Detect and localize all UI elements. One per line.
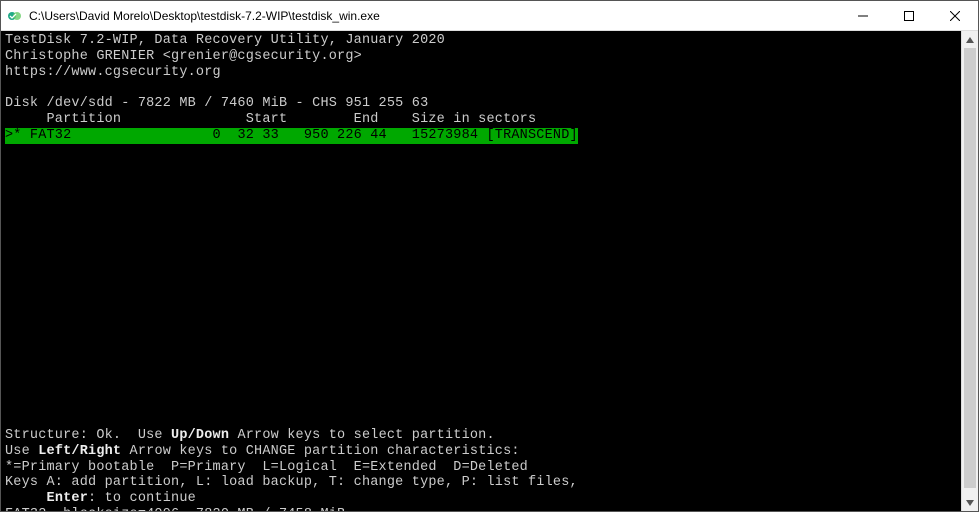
scroll-thumb[interactable] bbox=[964, 48, 976, 488]
header-line: https://www.cgsecurity.org bbox=[5, 65, 221, 80]
window-controls bbox=[840, 1, 978, 30]
help-line: Use Left/Right Arrow keys to CHANGE part… bbox=[5, 444, 520, 459]
close-button[interactable] bbox=[932, 1, 978, 30]
window-title: C:\Users\David Morelo\Desktop\testdisk-7… bbox=[29, 9, 840, 23]
structure-line: Structure: Ok. Use Up/Down Arrow keys to… bbox=[5, 428, 495, 443]
window-titlebar: C:\Users\David Morelo\Desktop\testdisk-7… bbox=[1, 1, 978, 31]
header-line: TestDisk 7.2-WIP, Data Recovery Utility,… bbox=[5, 33, 445, 48]
console-output[interactable]: TestDisk 7.2-WIP, Data Recovery Utility,… bbox=[1, 31, 961, 511]
maximize-button[interactable] bbox=[886, 1, 932, 30]
header-line: Christophe GRENIER <grenier@cgsecurity.o… bbox=[5, 49, 362, 64]
partition-row-selected[interactable]: >* FAT32 0 32 33 950 226 44 15273984 [TR… bbox=[5, 128, 578, 144]
app-icon bbox=[7, 8, 23, 24]
keys-line: Keys A: add partition, L: load backup, T… bbox=[5, 475, 578, 490]
scroll-down-arrow[interactable] bbox=[962, 494, 978, 511]
disk-info: Disk /dev/sdd - 7822 MB / 7460 MiB - CHS… bbox=[5, 96, 428, 111]
partition-table-header: Partition Start End Size in sectors bbox=[5, 112, 536, 127]
minimize-button[interactable] bbox=[840, 1, 886, 30]
vertical-scrollbar[interactable] bbox=[961, 31, 978, 511]
legend-line: *=Primary bootable P=Primary L=Logical E… bbox=[5, 460, 528, 475]
enter-line: Enter: to continue bbox=[5, 491, 196, 506]
scroll-up-arrow[interactable] bbox=[962, 31, 978, 48]
fs-info-line: FAT32, blocksize=4096, 7820 MB / 7458 Mi… bbox=[5, 507, 345, 511]
